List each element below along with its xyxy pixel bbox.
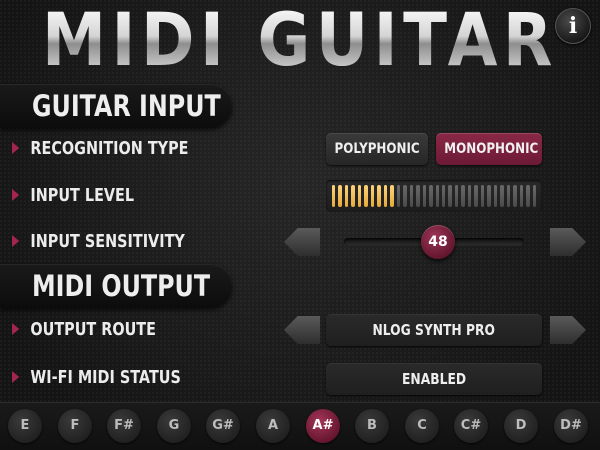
level-segment [344, 185, 349, 207]
note-key-g-sharp[interactable]: G# [206, 409, 240, 443]
level-segment [526, 185, 530, 207]
note-key-f-sharp[interactable]: F# [107, 409, 141, 443]
section-title: GUITAR INPUT [32, 89, 221, 123]
level-segment [448, 185, 452, 207]
info-icon: i [568, 13, 578, 39]
sensitivity-increase-button[interactable] [550, 228, 586, 256]
level-segment [506, 185, 511, 207]
note-key-g[interactable]: G [157, 409, 191, 443]
row-input-sensitivity: INPUT SENSITIVITY [12, 230, 185, 254]
note-key-b[interactable]: B [355, 409, 389, 443]
section-header-midi-output: MIDI OUTPUT [0, 264, 232, 308]
level-segment [493, 185, 498, 207]
note-key-a[interactable]: A [256, 409, 290, 443]
level-segment [377, 185, 381, 207]
note-key-a-sharp[interactable]: A# [306, 409, 340, 443]
level-segment [364, 185, 368, 207]
input-level-meter [326, 180, 542, 212]
level-segment [435, 185, 439, 207]
level-segment [467, 185, 472, 207]
level-segment [332, 185, 336, 207]
output-route-next-button[interactable] [550, 316, 586, 344]
level-segment [454, 185, 459, 207]
info-button[interactable]: i [555, 8, 591, 44]
sensitivity-decrease-button[interactable] [284, 228, 320, 256]
level-segment [390, 185, 394, 207]
row-bullet-icon [12, 142, 20, 154]
level-segment [370, 185, 375, 207]
row-label: WI-FI MIDI STATUS [30, 367, 181, 388]
row-output-route: OUTPUT ROUTE [12, 318, 156, 342]
level-segment [409, 185, 414, 207]
row-label: INPUT SENSITIVITY [30, 231, 185, 252]
note-key-d[interactable]: D [504, 409, 538, 443]
row-label: INPUT LEVEL [30, 185, 135, 206]
level-segment [532, 185, 536, 207]
level-segment [403, 185, 407, 207]
row-label: OUTPUT ROUTE [30, 319, 156, 340]
note-key-d-sharp[interactable]: D# [554, 409, 588, 443]
note-key-c[interactable]: C [405, 409, 439, 443]
row-wifi-midi-status: WI-FI MIDI STATUS [12, 366, 181, 390]
row-bullet-icon [12, 189, 20, 201]
level-segment [338, 185, 342, 207]
row-recognition-type: RECOGNITION TYPE [12, 137, 189, 161]
app-logo: MIDI GUITAR [24, 2, 576, 78]
section-header-guitar-input: GUITAR INPUT [0, 84, 232, 128]
level-segment [357, 185, 362, 207]
level-segment [396, 185, 401, 207]
monophonic-button[interactable]: MONOPHONIC [436, 133, 542, 165]
level-segment [351, 185, 355, 207]
level-segment [487, 185, 491, 207]
level-segment [429, 185, 433, 207]
level-segment [441, 185, 446, 207]
level-segment [500, 185, 504, 207]
row-bullet-icon [12, 371, 20, 383]
level-segment [480, 185, 485, 207]
level-segment [416, 185, 420, 207]
wifi-status-button[interactable]: ENABLED [326, 363, 542, 395]
level-segment [519, 185, 524, 207]
row-label: RECOGNITION TYPE [30, 138, 189, 159]
row-bullet-icon [12, 235, 20, 247]
output-route-prev-button[interactable] [284, 316, 320, 344]
note-key-e[interactable]: E [8, 409, 42, 443]
note-key-f[interactable]: F [58, 409, 92, 443]
level-segment [461, 185, 465, 207]
note-key-c-sharp[interactable]: C# [454, 409, 488, 443]
row-bullet-icon [12, 323, 20, 335]
level-segment [474, 185, 478, 207]
polyphonic-button[interactable]: POLYPHONIC [326, 133, 428, 165]
level-segment [383, 185, 388, 207]
sensitivity-slider-knob[interactable]: 48 [421, 225, 455, 259]
output-route-field[interactable]: NLOG SYNTH PRO [326, 314, 542, 346]
level-segment [513, 185, 517, 207]
section-title: MIDI OUTPUT [32, 269, 211, 303]
row-input-level: INPUT LEVEL [12, 184, 134, 208]
level-segment [422, 185, 427, 207]
